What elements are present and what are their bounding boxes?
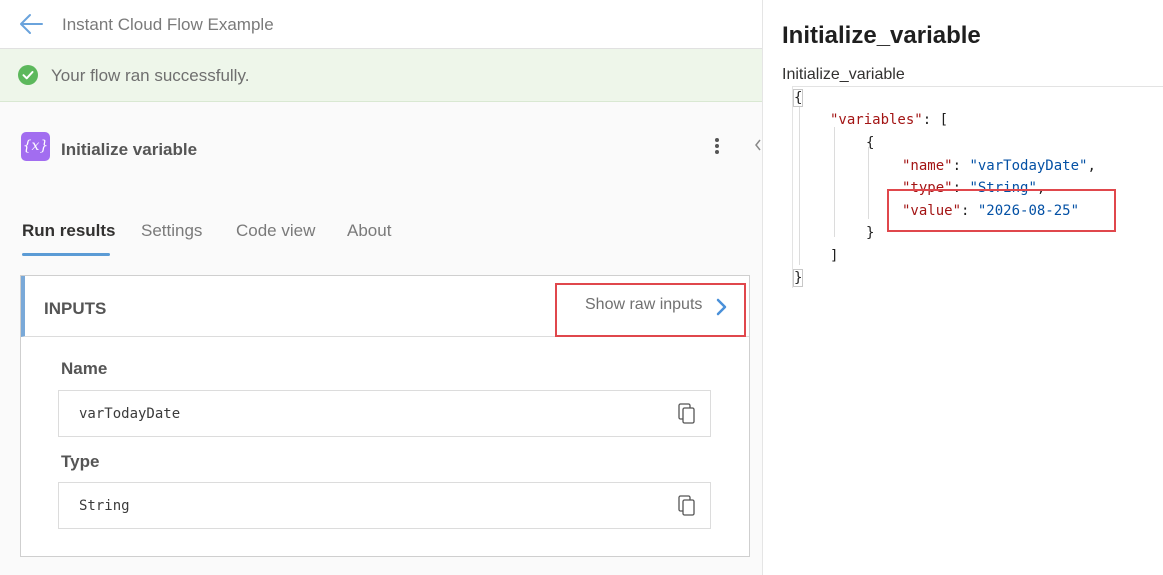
success-banner: Your flow ran successfully. (0, 49, 762, 102)
tab-about[interactable]: About (347, 221, 391, 241)
run-details-pane: Instant Cloud Flow Example Your flow ran… (0, 0, 762, 575)
name-field[interactable]: varTodayDate (58, 390, 711, 437)
type-value: String (79, 498, 130, 514)
field-label-name: Name (61, 359, 108, 378)
raw-inputs-panel: Initialize_variable Initialize_variable … (762, 0, 1163, 575)
highlight-value-line (887, 189, 1116, 232)
active-tab-indicator (22, 253, 110, 256)
indent-guide (834, 127, 835, 237)
json-line: "variables": [ (830, 112, 949, 128)
field-label-type: Type (61, 452, 100, 471)
name-value: varTodayDate (79, 406, 181, 422)
copy-icon[interactable] (678, 495, 696, 517)
check-circle-icon (18, 65, 38, 85)
action-title: Initialize variable (61, 140, 198, 159)
indent-guide (868, 147, 869, 219)
panel-subtitle: Initialize_variable (782, 66, 905, 83)
more-options-icon[interactable] (706, 136, 728, 158)
inputs-title: INPUTS (44, 299, 107, 318)
success-message: Your flow ran successfully. (51, 66, 250, 85)
json-line: { (866, 135, 875, 151)
highlight-show-raw-inputs (555, 283, 746, 337)
tab-code-view[interactable]: Code view (236, 221, 315, 241)
indent-guide (799, 107, 800, 265)
type-field[interactable]: String (58, 482, 711, 529)
json-line: { (792, 89, 804, 107)
json-code-block: { "variables": [ { "name": "varTodayDate… (792, 86, 1163, 288)
json-line: "name": "varTodayDate", (902, 158, 1096, 174)
copy-icon[interactable] (678, 403, 696, 425)
chevron-left-icon[interactable] (752, 137, 762, 153)
variable-icon: {x} (21, 132, 50, 161)
json-line: } (792, 269, 804, 287)
tab-run-results[interactable]: Run results (22, 221, 116, 241)
header-bar: Instant Cloud Flow Example (0, 0, 762, 49)
tab-settings[interactable]: Settings (141, 221, 202, 241)
panel-title: Initialize_variable (782, 22, 981, 49)
arrow-left-icon[interactable] (18, 12, 44, 36)
json-line: ] (830, 248, 839, 264)
flow-title: Instant Cloud Flow Example (62, 15, 274, 34)
json-line: } (866, 225, 875, 241)
